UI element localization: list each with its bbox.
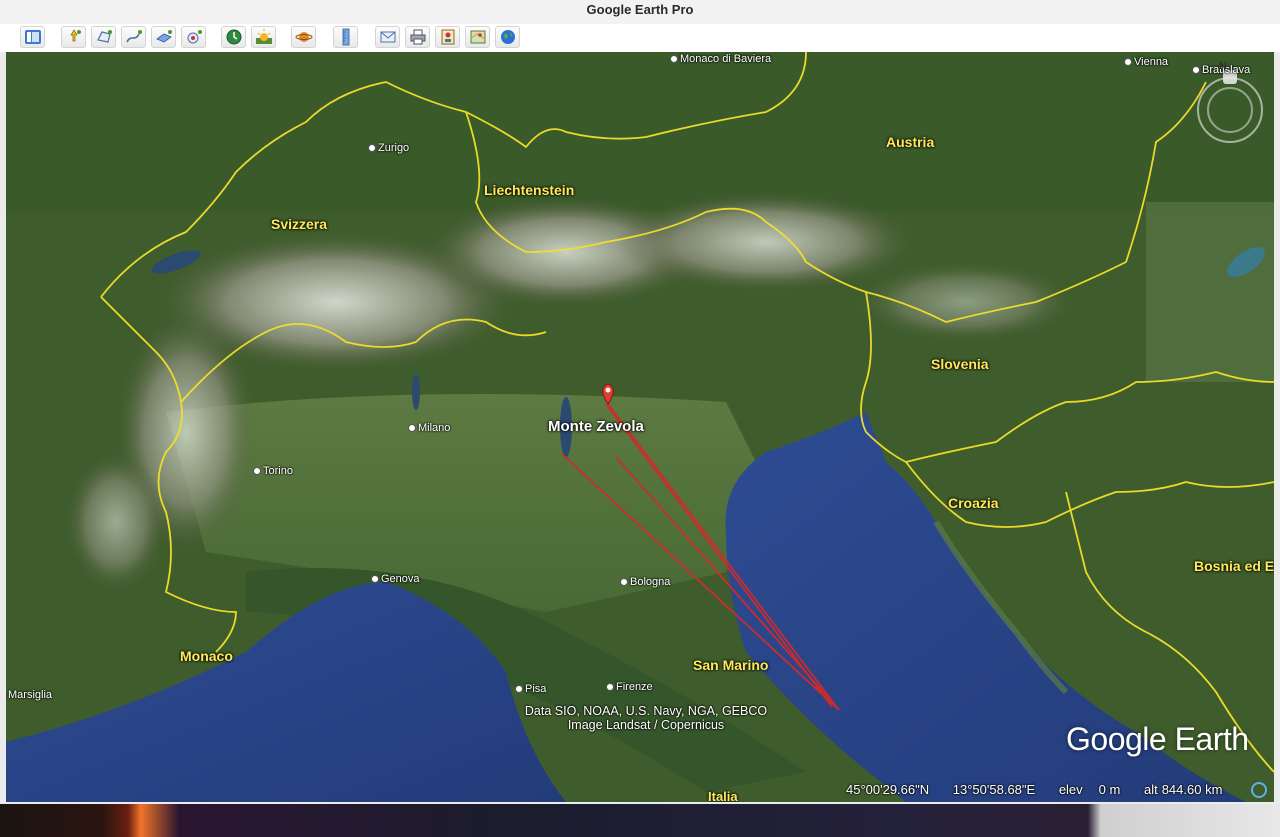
add-polygon-button[interactable] — [91, 26, 116, 48]
record-tour-button[interactable] — [181, 26, 206, 48]
city-dot-icon — [620, 578, 628, 586]
map-icon — [470, 30, 485, 44]
city-label-torino: Torino — [253, 465, 293, 477]
city-label-pisa: Pisa — [515, 683, 546, 695]
sidebar-toggle-button[interactable] — [20, 26, 45, 48]
elevation-readout: 0 m — [1098, 782, 1121, 797]
country-label-svizzera: Svizzera — [271, 216, 328, 232]
clock-icon — [226, 29, 241, 45]
altitude-readout: 844.60 km — [1161, 782, 1223, 797]
add-placemark-button[interactable] — [61, 26, 86, 48]
planet-icon — [295, 32, 312, 42]
city-dot-icon — [1192, 66, 1200, 74]
sunlight-button[interactable] — [251, 26, 276, 48]
city-dot-icon — [606, 683, 614, 691]
city-dot-icon — [253, 467, 261, 475]
record-tour-icon — [187, 30, 202, 44]
city-label-marsiglia: Marsiglia — [8, 689, 53, 701]
title-bar: Google Earth Pro — [0, 0, 1280, 24]
city-label-milano: Milano — [408, 422, 450, 434]
imagery-attribution: Data SIO, NOAA, U.S. Navy, NGA, GEBCO Im… — [524, 704, 768, 732]
country-label-monaco: Monaco — [180, 648, 233, 664]
pushpin-icon — [69, 29, 81, 42]
window-title: Google Earth Pro — [586, 2, 694, 17]
country-label-san-marino: San Marino — [693, 657, 769, 673]
path-icon — [125, 30, 142, 43]
sidebar-icon — [24, 30, 41, 44]
ruler-button[interactable] — [333, 26, 358, 48]
city-dot-icon — [368, 144, 376, 152]
longitude-readout: 13°50'58.68"E — [952, 782, 1036, 797]
country-label-austria: Austria — [886, 134, 935, 150]
city-label-zurigo: Zurigo — [368, 142, 409, 154]
view-in-maps-button[interactable] — [465, 26, 490, 48]
city-dot-icon — [408, 424, 416, 432]
latitude-readout: 45°00'29.66"N — [846, 782, 930, 797]
desktop-background — [0, 804, 1280, 837]
placemark-label[interactable]: Monte Zevola — [548, 418, 644, 435]
city-dot-icon — [515, 685, 523, 693]
country-label-croazia: Croazia — [948, 495, 999, 511]
image-overlay-icon — [155, 30, 172, 43]
compass-north-label[interactable]: N — [1219, 60, 1227, 72]
city-label-monaco-di-baviera: Monaco di Baviera — [670, 53, 771, 65]
country-label-liechtenstein: Liechtenstein — [484, 182, 575, 198]
city-dot-icon — [1124, 58, 1132, 66]
printer-icon — [410, 29, 425, 45]
add-path-button[interactable] — [121, 26, 146, 48]
elevation-label: elev — [1058, 782, 1083, 797]
earth-view[interactable]: Austria Liechtenstein Svizzera Slovenia … — [6, 52, 1274, 802]
country-label-italia: Italia — [708, 789, 738, 802]
city-label-vienna: Vienna — [1124, 56, 1168, 68]
window-right-edge — [1274, 52, 1280, 804]
globe-icon — [500, 30, 515, 44]
country-label-slovenia: Slovenia — [931, 356, 989, 372]
google-earth-logo: Google Earth — [1066, 721, 1249, 757]
status-readout: 45°00'29.66"N 13°50'58.68"E elev 0 m alt 8… — [846, 782, 1242, 802]
city-label-firenze: Firenze — [606, 681, 653, 693]
country-label-bosnia: Bosnia ed E — [1194, 558, 1274, 574]
sun-icon — [255, 29, 272, 44]
image-overlay-button[interactable] — [151, 26, 176, 48]
save-image-button[interactable] — [435, 26, 460, 48]
print-button[interactable] — [405, 26, 430, 48]
historical-imagery-button[interactable] — [221, 26, 246, 48]
toolbar — [0, 24, 1280, 53]
ruler-icon — [342, 28, 349, 46]
earth-gallery-button[interactable] — [495, 26, 520, 48]
city-label-bologna: Bologna — [620, 576, 670, 588]
save-image-icon — [441, 29, 454, 45]
city-label-genova: Genova — [371, 573, 420, 585]
city-dot-icon — [371, 575, 379, 583]
altitude-label: alt — [1143, 782, 1158, 797]
city-dot-icon — [670, 55, 678, 63]
switch-planet-button[interactable] — [291, 26, 316, 48]
email-button[interactable] — [375, 26, 400, 48]
envelope-icon — [380, 31, 395, 43]
polygon-icon — [96, 30, 112, 43]
